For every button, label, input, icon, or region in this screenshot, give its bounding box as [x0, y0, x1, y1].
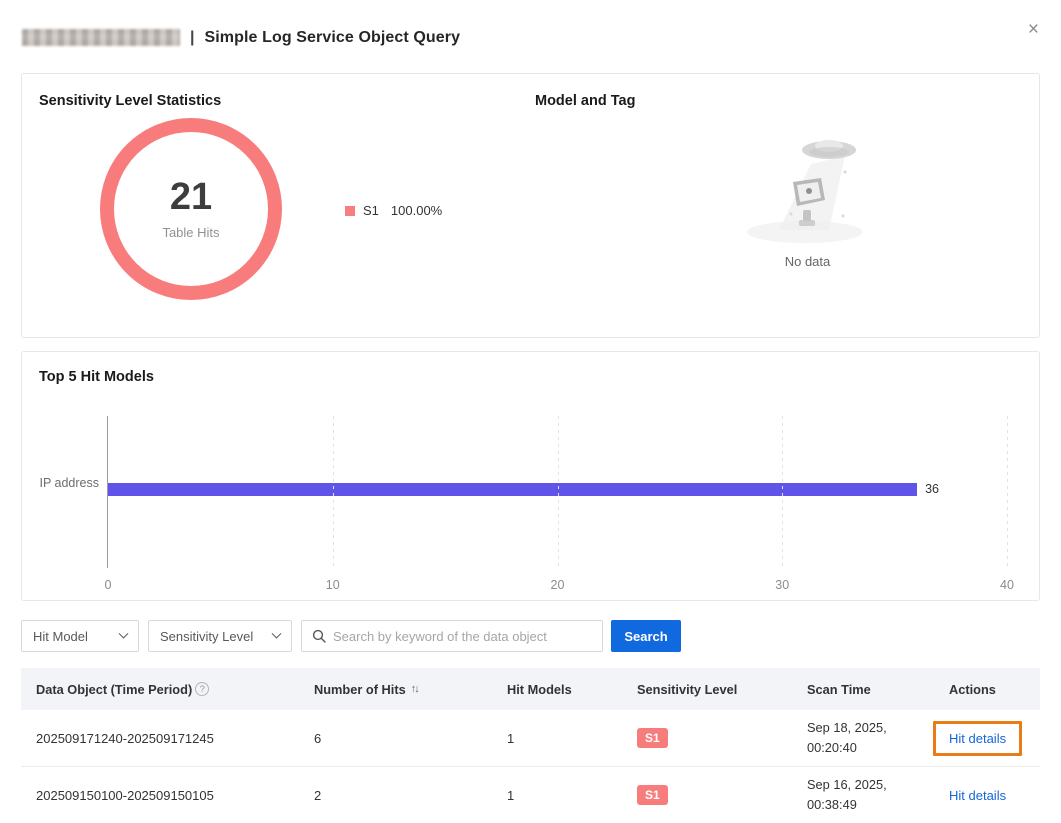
col-number-of-hits: Number of Hits ↑↓	[299, 682, 492, 697]
close-icon[interactable]: ×	[1028, 20, 1039, 39]
search-button[interactable]: Search	[611, 620, 681, 652]
sensitivity-donut-chart: 21 Table Hits	[100, 118, 282, 300]
sensitivity-statistics-title: Sensitivity Level Statistics	[39, 93, 221, 109]
x-tick-label: 40	[1000, 578, 1014, 592]
action-highlight-box: Hit details	[933, 721, 1022, 756]
legend-swatch-s1	[345, 206, 355, 216]
top-hit-models-title: Top 5 Hit Models	[39, 369, 154, 385]
x-tick-label: 30	[775, 578, 789, 592]
col-actions: Actions	[934, 682, 1040, 697]
sort-icon[interactable]: ↑↓	[411, 683, 418, 695]
sensitivity-statistics-card: Sensitivity Level Statistics 21 Table Hi…	[21, 73, 1040, 338]
cell-sensitivity-level: S1	[622, 785, 792, 804]
donut-center-label: Table Hits	[162, 225, 219, 240]
help-icon[interactable]: ?	[195, 682, 209, 696]
simple-log-service-object-query-panel: { "header": { "divider": "|", "title": "…	[0, 0, 1061, 823]
sensitivity-level-dropdown[interactable]: Sensitivity Level	[148, 620, 292, 652]
sensitivity-dropdown-label: Sensitivity Level	[160, 629, 253, 644]
col-sensitivity-level: Sensitivity Level	[622, 682, 792, 697]
cell-number-of-hits: 2	[299, 788, 492, 803]
cell-hit-models: 1	[492, 788, 622, 803]
legend-percent: 100.00%	[391, 203, 442, 218]
data-object-table: Data Object (Time Period) ? Number of Hi…	[21, 668, 1040, 823]
gridline	[1007, 416, 1008, 568]
col-scan-time: Scan Time	[792, 682, 934, 697]
cell-actions: Hit details	[934, 721, 1040, 756]
no-data-text: No data	[785, 254, 831, 269]
cell-number-of-hits: 6	[299, 731, 492, 746]
model-tag-empty-state: No data	[710, 126, 905, 269]
table-row: 202509150100-202509150105 2 1 S1 Sep 16,…	[21, 767, 1040, 823]
x-tick-label: 10	[326, 578, 340, 592]
filter-toolbar: Hit Model Sensitivity Level Search	[21, 620, 1040, 652]
col-data-object: Data Object (Time Period) ?	[21, 682, 299, 697]
page-title: Simple Log Service Object Query	[204, 29, 460, 47]
cell-data-object: 202509150100-202509150105	[21, 788, 299, 803]
cell-actions: Hit details	[934, 788, 1040, 803]
chevron-down-icon	[119, 628, 129, 638]
cell-data-object: 202509171240-202509171245	[21, 731, 299, 746]
no-data-illustration	[733, 126, 883, 246]
bar-chart-plot: IP address 36 010203040	[107, 416, 1007, 568]
title-divider: |	[190, 29, 194, 47]
cell-scan-time: Sep 16, 2025, 00:38:49	[792, 775, 934, 815]
dialog-header: | Simple Log Service Object Query ×	[0, 0, 1061, 55]
donut-legend: S1 100.00%	[345, 203, 442, 218]
bar-category-label: IP address	[39, 476, 99, 490]
bar	[108, 483, 917, 496]
top-hit-models-card: Top 5 Hit Models IP address 36 010203040	[21, 351, 1040, 601]
x-tick-label: 0	[105, 578, 112, 592]
hit-model-dropdown-label: Hit Model	[33, 629, 88, 644]
redacted-instance-name	[22, 29, 180, 46]
donut-center-value: 21	[170, 178, 212, 218]
search-input[interactable]	[333, 629, 592, 644]
table-header-row: Data Object (Time Period) ? Number of Hi…	[21, 668, 1040, 710]
model-and-tag-title: Model and Tag	[535, 93, 635, 109]
sensitivity-badge-s1: S1	[637, 728, 668, 747]
col-hit-models: Hit Models	[492, 682, 622, 697]
search-icon	[312, 629, 326, 643]
table-row: 202509171240-202509171245 6 1 S1 Sep 18,…	[21, 710, 1040, 767]
hit-details-link[interactable]: Hit details	[949, 731, 1006, 746]
legend-label: S1	[363, 203, 379, 218]
bar-value-label: 36	[925, 482, 939, 496]
cell-scan-time: Sep 18, 2025, 00:20:40	[792, 718, 934, 758]
cell-hit-models: 1	[492, 731, 622, 746]
gridline	[333, 416, 334, 568]
sensitivity-badge-s1: S1	[637, 785, 668, 804]
x-tick-label: 20	[551, 578, 565, 592]
hit-model-dropdown[interactable]: Hit Model	[21, 620, 139, 652]
gridline	[558, 416, 559, 568]
cell-sensitivity-level: S1	[622, 728, 792, 747]
search-box[interactable]	[301, 620, 603, 652]
donut-ring: 21 Table Hits	[100, 118, 282, 300]
chevron-down-icon	[272, 628, 282, 638]
gridline	[782, 416, 783, 568]
hit-details-link[interactable]: Hit details	[949, 788, 1006, 803]
